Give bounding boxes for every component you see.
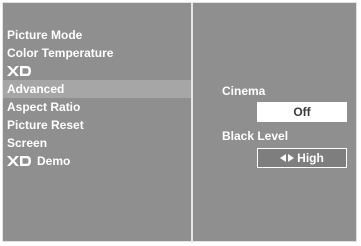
- menu-item-picture-reset[interactable]: Picture Reset: [2, 116, 191, 134]
- menu-item-label: Picture Reset: [7, 118, 84, 132]
- xd-logo: [7, 66, 31, 76]
- menu-item-xd-demo[interactable]: Demo: [2, 152, 191, 170]
- black-level-value: High: [297, 151, 324, 165]
- xd-logo: [7, 156, 31, 166]
- advanced-submenu: Cinema Off Black Level High: [194, 2, 357, 242]
- menu-item-screen[interactable]: Screen: [2, 134, 191, 152]
- menu-item-label: Aspect Ratio: [7, 100, 81, 114]
- menu-item-aspect-ratio[interactable]: Aspect Ratio: [2, 98, 191, 116]
- menu-item-advanced[interactable]: Advanced: [2, 80, 191, 98]
- cinema-label: Cinema: [222, 84, 266, 98]
- cinema-value-box[interactable]: Off: [257, 102, 347, 122]
- menu-item-label: Picture Mode: [7, 28, 83, 42]
- menu-item-xd[interactable]: [2, 62, 191, 80]
- menu-item-label: Advanced: [7, 82, 65, 96]
- menu-item-picture-mode[interactable]: Picture Mode: [2, 26, 191, 44]
- panel-divider: [191, 2, 193, 242]
- black-level-label: Black Level: [222, 129, 289, 143]
- tv-osd-window: Picture Mode Color Temperature Advanced …: [2, 2, 357, 242]
- picture-menu: Picture Mode Color Temperature Advanced …: [2, 26, 191, 170]
- black-level-value-box[interactable]: High: [257, 148, 347, 168]
- menu-item-label: Color Temperature: [7, 46, 114, 60]
- menu-item-label: Screen: [7, 136, 48, 150]
- left-right-arrows-icon: [280, 154, 295, 162]
- menu-item-color-temperature[interactable]: Color Temperature: [2, 44, 191, 62]
- menu-item-label: Demo: [37, 154, 71, 168]
- cinema-value: Off: [293, 105, 311, 119]
